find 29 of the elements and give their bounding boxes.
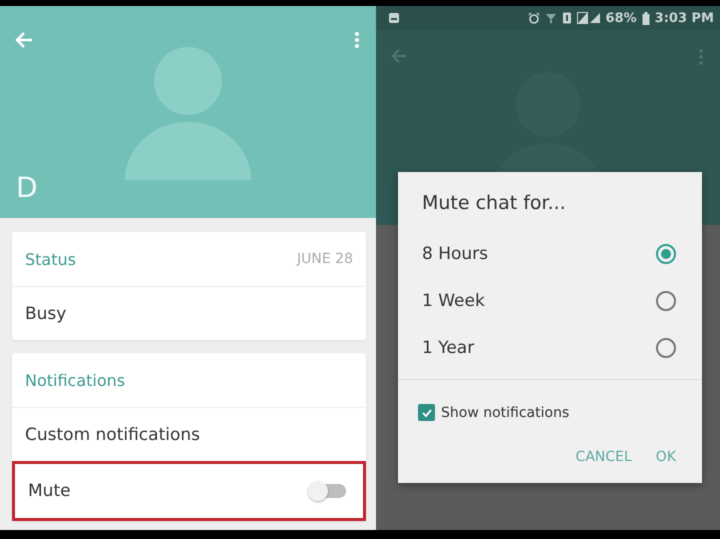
duration-option[interactable]: 8 Hours	[398, 230, 702, 277]
alarm-icon	[528, 12, 540, 24]
battery-percent: 68%	[606, 10, 637, 26]
signal-icon	[576, 12, 601, 24]
checkmark-icon	[420, 406, 432, 418]
back-arrow-icon[interactable]	[14, 31, 34, 49]
duration-option[interactable]: 1 Year	[398, 324, 702, 371]
duration-option[interactable]: 1 Week	[398, 277, 702, 324]
checkbox[interactable]	[418, 404, 435, 421]
dialog-title: Mute chat for...	[421, 192, 567, 216]
radio-button[interactable]	[656, 338, 676, 358]
checkbox-label: Show notifications	[441, 404, 570, 420]
radio-button[interactable]	[656, 244, 676, 264]
sim-icon	[562, 12, 572, 24]
radio-button[interactable]	[656, 290, 676, 310]
section-title: Status	[25, 250, 76, 268]
status-text: Busy	[25, 304, 66, 324]
avatar-silhouette-icon	[125, 46, 251, 180]
back-arrow-icon	[390, 48, 408, 64]
menu-icon	[698, 48, 704, 66]
notification-icon	[388, 12, 400, 24]
setting-label: Mute	[28, 481, 71, 501]
battery-icon	[642, 12, 650, 24]
contact-name: D	[16, 174, 38, 202]
section-title: Notifications	[25, 370, 126, 390]
menu-icon[interactable]	[354, 31, 360, 49]
settings-item[interactable]: Custom notifications	[12, 407, 366, 461]
clock-time: 3:03 PM	[654, 10, 714, 26]
status-date: JUNE 28	[297, 251, 353, 267]
